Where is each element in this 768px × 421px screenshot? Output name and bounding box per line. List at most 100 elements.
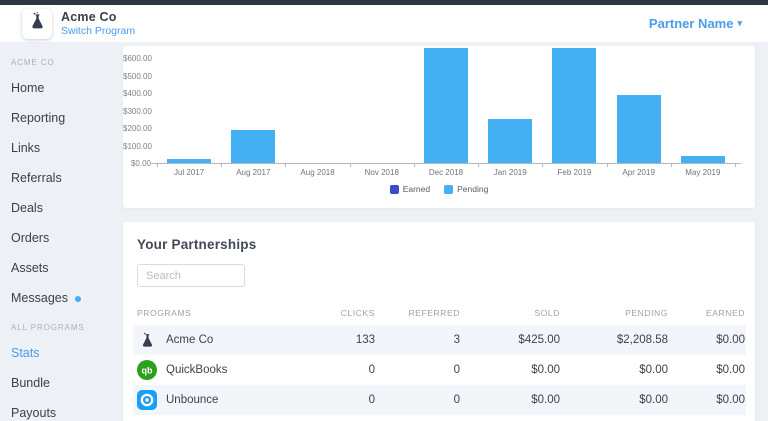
partner-menu[interactable]: Partner Name ▾	[649, 16, 742, 31]
cell-clicks: 133	[355, 334, 375, 346]
partner-menu-label: Partner Name	[648, 16, 734, 31]
legend-label: Pending	[457, 184, 489, 194]
chart-legend: Earned Pending	[123, 184, 755, 194]
legend-label: Earned	[402, 184, 431, 194]
x-axis-category-label: May 2019	[685, 168, 721, 177]
sidebar-item-label: Reporting	[11, 111, 66, 125]
column-header-clicks: CLICKS	[340, 308, 375, 318]
partnerships-title: Your Partnerships	[137, 237, 257, 252]
column-header-programs: PROGRAMS	[137, 308, 192, 318]
column-header-pending: PENDING	[625, 308, 668, 318]
quickbooks-icon: qb	[137, 360, 157, 380]
table-header-row: PROGRAMS CLICKS REFERRED SOLD PENDING EARNED	[133, 301, 746, 325]
cell-pending: $2,208.58	[616, 334, 668, 346]
partnerships-table: PROGRAMS CLICKS REFERRED SOLD PENDING EARNED A…	[133, 301, 746, 421]
cell-pending: $0.00	[639, 394, 668, 406]
chart-bar-pending[interactable]	[424, 48, 468, 163]
program-name: QuickBooks	[166, 364, 228, 376]
cell-earned: $0.00	[716, 334, 745, 346]
x-axis-category-label: Aug 2018	[300, 168, 335, 177]
x-axis-line	[151, 163, 741, 164]
sidebar-item-label: Stats	[11, 346, 40, 360]
program-name: Acme Co	[166, 334, 214, 346]
table-row[interactable]: Unbounce 0 0 $0.00 $0.00 $0.00	[133, 385, 746, 415]
y-axis-tick-label: $500.00	[123, 71, 152, 81]
cell-earned: $0.00	[716, 364, 745, 376]
column-header-referred: REFERRED	[408, 308, 460, 318]
partnerships-panel: Your Partnerships PROGRAMS CLICKS REFERRED…	[123, 222, 755, 421]
y-axis-tick-label: $400.00	[123, 89, 152, 98]
chart-bar-pending[interactable]	[616, 94, 661, 163]
chart-bar-pending[interactable]	[488, 119, 533, 163]
y-axis-tick-label: $0.00	[130, 159, 151, 168]
main-content: $600.00 $500.00 $400.00 $300.00 $200.00 $100.…	[123, 42, 768, 421]
program-cell: qb QuickBooks	[133, 360, 285, 380]
brand-subtitle[interactable]: Switch Program	[61, 25, 135, 37]
pending-swatch-icon	[444, 184, 454, 194]
sidebar-item-assets[interactable]: Assets	[11, 258, 123, 279]
table-row[interactable]: qb QuickBooks 0 0 $0.00 $0.00 $0.00	[133, 355, 746, 385]
table-row[interactable]: Asana00$0.00$0.00$0.00	[133, 415, 746, 421]
search-input[interactable]	[137, 264, 245, 287]
sidebar-item-label: Orders	[11, 231, 50, 245]
brand-name: Acme Co	[61, 10, 117, 24]
cell-earned: $0.00	[716, 394, 745, 406]
column-header-sold: SOLD	[534, 308, 560, 318]
brand: Acme Co Switch Program	[22, 8, 135, 39]
sidebar-item-home[interactable]: Home	[11, 78, 123, 99]
cell-referred: 3	[453, 334, 460, 346]
flask-icon	[137, 330, 157, 350]
sidebar-section-label: ALL PROGRAMS	[11, 323, 85, 332]
sidebar-item-label: Bundle	[11, 376, 50, 390]
sidebar-item-links[interactable]: Links	[11, 138, 123, 159]
x-axis-category-label: Dec 2018	[428, 168, 464, 177]
legend-item-pending: Pending	[444, 184, 488, 194]
cell-sold: $425.00	[518, 334, 560, 346]
chevron-down-icon: ▾	[737, 18, 742, 28]
x-axis-category-label: Apr 2019	[622, 168, 655, 177]
sidebar-item-label: Links	[11, 141, 41, 155]
unread-dot-icon	[74, 295, 81, 302]
chart-bar-pending[interactable]	[231, 129, 276, 163]
chart-bar-pending[interactable]	[680, 156, 725, 163]
sidebar-item-bundle[interactable]: Bundle	[11, 373, 123, 394]
unbounce-icon	[137, 390, 157, 410]
sidebar-item-label: Payouts	[11, 406, 57, 420]
sidebar-section-label: ACME CO	[11, 58, 55, 67]
y-axis-tick-label: $600.00	[123, 54, 152, 63]
sidebar-item-deals[interactable]: Deals	[11, 198, 123, 219]
cell-clicks: 0	[368, 364, 375, 376]
sidebar-item-label: Deals	[11, 201, 43, 215]
cell-referred: 0	[453, 394, 460, 406]
sidebar-item-messages[interactable]: Messages	[11, 288, 123, 309]
y-axis-tick-label: $300.00	[123, 106, 152, 116]
cell-clicks: 0	[368, 394, 375, 406]
sidebar-item-stats[interactable]: Stats	[11, 343, 123, 364]
x-axis-category-label: Aug 2017	[236, 168, 271, 177]
sidebar-section: ALL PROGRAMS Stats Bundle Payouts	[11, 323, 123, 421]
chart-bar-pending[interactable]	[552, 48, 597, 163]
sidebar-item-referrals[interactable]: Referrals	[11, 168, 123, 189]
y-axis-tick-label: $200.00	[123, 124, 152, 133]
earned-swatch-icon	[389, 184, 399, 194]
program-name: Unbounce	[166, 394, 219, 406]
x-axis-category-label: Feb 2019	[557, 168, 592, 177]
chart-plot-area	[157, 46, 735, 163]
cell-pending: $0.00	[639, 364, 668, 376]
sidebar-item-label: Home	[11, 81, 45, 95]
legend-item-earned: Earned	[389, 184, 431, 194]
program-cell: Unbounce	[133, 390, 285, 410]
sidebar-item-payouts[interactable]: Payouts	[11, 403, 123, 421]
brand-logo-box	[22, 8, 52, 39]
x-axis-category-label: Nov 2018	[364, 168, 399, 177]
cell-sold: $0.00	[531, 364, 560, 376]
x-axis-category-label: Jan 2019	[493, 168, 527, 177]
column-header-earned: EARNED	[705, 308, 745, 318]
sidebar-item-label: Assets	[11, 261, 49, 275]
svg-text:qb: qb	[142, 366, 153, 376]
sidebar-item-orders[interactable]: Orders	[11, 228, 123, 249]
sidebar: ACME CO Home Reporting Links Referrals Deals O…	[0, 42, 123, 421]
y-axis-tick-label: $100.00	[123, 141, 152, 151]
sidebar-item-reporting[interactable]: Reporting	[11, 108, 123, 129]
table-row[interactable]: Acme Co 133 3 $425.00 $2,208.58 $0.00	[133, 325, 746, 355]
